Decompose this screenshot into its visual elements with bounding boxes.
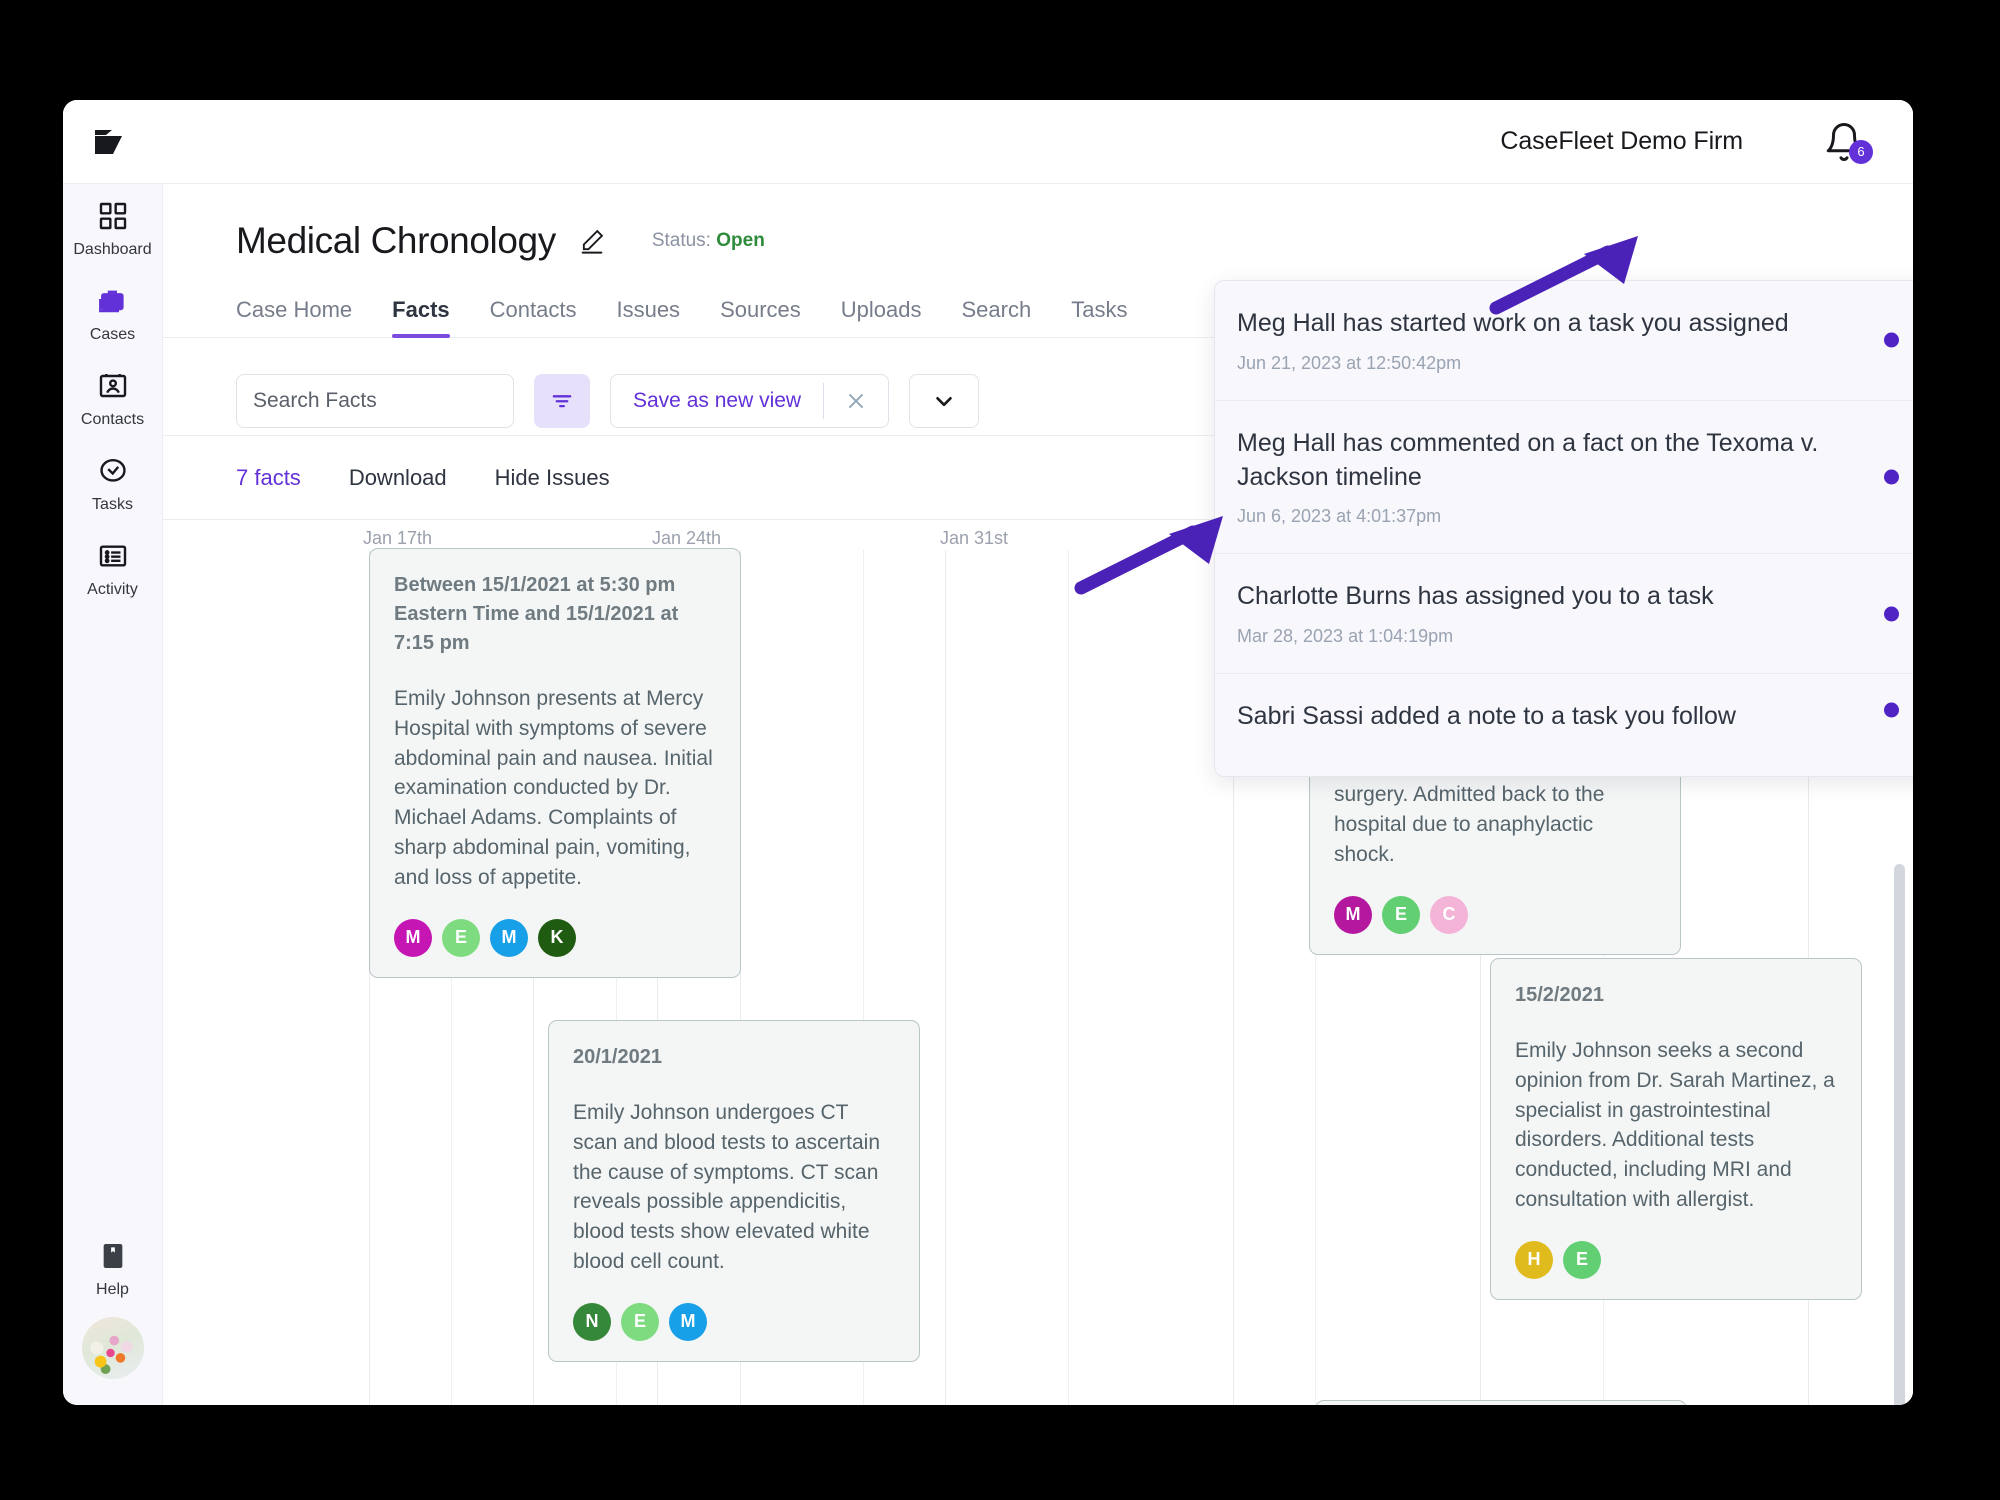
avatar[interactable]: C: [1430, 895, 1468, 934]
sidebar-item-contacts[interactable]: Contacts: [63, 354, 163, 439]
clear-view-button[interactable]: [824, 389, 888, 413]
notification-time: Jun 6, 2023 at 4:01:37pm: [1237, 506, 1442, 527]
avatar[interactable]: M: [490, 918, 528, 957]
tab-issues[interactable]: Issues: [596, 297, 700, 337]
avatar[interactable]: E: [442, 918, 480, 957]
casefleet-logo-icon: [95, 129, 122, 154]
sidebar-label-contacts: Contacts: [80, 411, 145, 428]
tab-contacts[interactable]: Contacts: [470, 297, 597, 337]
search-input[interactable]: [236, 373, 514, 428]
avatar[interactable]: H: [1515, 1240, 1553, 1279]
view-options-button[interactable]: [909, 373, 980, 428]
unread-dot: [1884, 469, 1899, 485]
notification-time: Jun 21, 2023 at 12:50:42pm: [1237, 352, 1462, 373]
fact-card[interactable]: 15/2/2021 Emily Johnson seeks a second o…: [1490, 958, 1862, 1300]
page-header: Medical Chronology Status: Open: [163, 184, 1913, 262]
bookmark-icon: [103, 1244, 122, 1268]
saved-view-control: Save as new view: [610, 373, 890, 428]
notification-item[interactable]: Meg Hall has commented on a fact on the …: [1215, 401, 1913, 555]
fact-avatars: N E M: [573, 1302, 895, 1341]
app-window: CaseFleet Demo Firm 6 Dashboard Cases Co…: [63, 100, 1913, 1405]
sidebar-label-activity: Activity: [87, 581, 138, 598]
notification-item[interactable]: Meg Hall has started work on a task you …: [1215, 281, 1913, 401]
tab-uploads[interactable]: Uploads: [821, 297, 942, 337]
fact-card[interactable]: 20/1/2021 Emily Johnson undergoes CT sca…: [548, 1020, 920, 1362]
tab-tasks[interactable]: Tasks: [1051, 297, 1147, 337]
fact-date: Between 15/1/2021 at 5:30 pm Eastern Tim…: [394, 574, 679, 654]
chevron-down-icon: [936, 396, 952, 406]
sidebar: Dashboard Cases Contacts Tasks Activity …: [63, 184, 163, 1405]
avatar[interactable]: M: [669, 1302, 707, 1341]
sidebar-label-tasks: Tasks: [92, 496, 133, 513]
filter-button[interactable]: [534, 373, 590, 428]
firm-name: CaseFleet Demo Firm: [1500, 127, 1743, 155]
grid-icon: [99, 202, 126, 230]
timeline-date-label: Jan 17th: [363, 528, 433, 548]
notification-title: Meg Hall has started work on a task you …: [1237, 309, 1789, 337]
check-circle-icon: [99, 459, 126, 482]
fact-card[interactable]: Between 15/1/2021 at 5:30 pm Eastern Tim…: [369, 548, 741, 978]
notifications-panel: Meg Hall has started work on a task you …: [1214, 280, 1913, 777]
fact-text: Emily Johnson presents at Mercy Hospital…: [394, 687, 713, 889]
sidebar-item-cases[interactable]: Cases: [63, 269, 163, 354]
fact-avatars: H E: [1515, 1240, 1837, 1279]
briefcase-icon: [98, 290, 124, 313]
fact-avatars: M E C: [1334, 895, 1656, 934]
download-button[interactable]: Download: [349, 465, 447, 491]
timeline-date-label: Jan 31st: [940, 528, 1009, 548]
fact-count[interactable]: 7 facts: [236, 465, 301, 491]
unread-dot: [1884, 332, 1899, 348]
sidebar-label-dashboard: Dashboard: [73, 241, 152, 258]
sidebar-item-help[interactable]: Help: [63, 1224, 163, 1317]
avatar[interactable]: M: [394, 918, 432, 957]
notifications-bell-button[interactable]: 6: [1823, 119, 1873, 165]
status-label: Status: Open: [652, 230, 765, 252]
fact-date: 15/2/2021: [1515, 984, 1604, 1006]
sidebar-item-activity[interactable]: Activity: [63, 524, 163, 609]
avatar[interactable]: E: [1563, 1240, 1601, 1279]
main-scrollbar[interactable]: [1894, 864, 1905, 1405]
fact-date: 20/1/2021: [573, 1046, 662, 1068]
notification-title: Sabri Sassi added a note to a task you f…: [1237, 702, 1736, 730]
sidebar-item-tasks[interactable]: Tasks: [63, 439, 163, 524]
tab-case-home[interactable]: Case Home: [236, 297, 372, 337]
logo[interactable]: [63, 124, 163, 160]
avatar[interactable]: M: [1334, 895, 1372, 934]
notification-item[interactable]: Sabri Sassi added a note to a task you f…: [1215, 674, 1913, 760]
status-badge: Open: [716, 230, 765, 251]
list-icon: [99, 545, 126, 567]
close-icon: [849, 393, 864, 408]
timeline-date-label: Jan 24th: [652, 528, 722, 548]
fact-text: Emily Johnson seeks a second opinion fro…: [1515, 1039, 1835, 1212]
contact-card-icon: [99, 374, 126, 398]
tab-sources[interactable]: Sources: [700, 297, 821, 337]
notification-title: Charlotte Burns has assigned you to a ta…: [1237, 582, 1714, 611]
avatar[interactable]: N: [573, 1302, 611, 1341]
status-label-text: Status:: [651, 230, 711, 251]
notification-item[interactable]: Charlotte Burns has assigned you to a ta…: [1215, 554, 1913, 674]
avatar[interactable]: E: [1382, 895, 1420, 934]
tab-facts[interactable]: Facts: [372, 297, 469, 338]
sidebar-item-dashboard[interactable]: Dashboard: [63, 184, 163, 269]
fact-card[interactable]: [1315, 1400, 1687, 1405]
top-bar: CaseFleet Demo Firm 6: [63, 100, 1913, 184]
tab-search[interactable]: Search: [942, 297, 1052, 337]
filter-icon: [552, 394, 572, 407]
unread-dot: [1884, 606, 1899, 622]
page-title: Medical Chronology: [236, 220, 556, 261]
hide-issues-button[interactable]: Hide Issues: [495, 465, 610, 491]
avatar[interactable]: K: [538, 918, 576, 957]
avatar[interactable]: E: [621, 1302, 659, 1341]
fact-avatars: M E M K: [394, 918, 716, 957]
fact-text: Emily Johnson undergoes CT scan and bloo…: [573, 1101, 881, 1274]
sidebar-label-cases: Cases: [89, 326, 136, 343]
unread-dot: [1884, 702, 1899, 718]
save-as-new-view-button[interactable]: Save as new view: [611, 389, 823, 413]
notification-time: Mar 28, 2023 at 1:04:19pm: [1237, 626, 1454, 646]
notification-count-badge: 6: [1849, 139, 1873, 164]
pencil-icon[interactable]: [578, 227, 606, 255]
user-avatar[interactable]: [81, 1317, 144, 1379]
notification-title: Meg Hall has commented on a fact on the …: [1237, 428, 1819, 491]
sidebar-label-help: Help: [96, 1281, 129, 1298]
